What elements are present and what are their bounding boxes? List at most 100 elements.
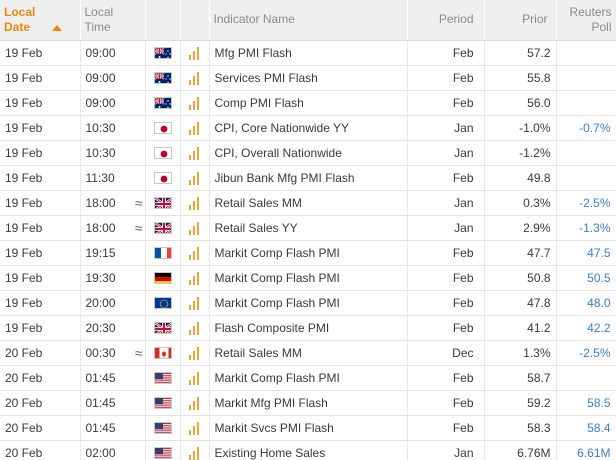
cell-time: 09:00 — [80, 65, 146, 91]
cell-reuters-poll: 47.5 — [556, 240, 616, 266]
cell-indicator-name[interactable]: Markit Comp Flash PMI — [209, 240, 408, 266]
cell-reuters-poll: 58.4 — [556, 415, 616, 441]
cell-period: Feb — [407, 165, 485, 191]
table-row[interactable]: 19 Feb 09:00 Comp PMI Flash Feb 56.0 — [0, 90, 616, 116]
cell-indicator-name[interactable]: Markit Svcs PMI Flash — [209, 415, 408, 441]
cell-time-value: 20:00 — [85, 295, 116, 310]
cell-reuters-poll — [556, 90, 616, 116]
cell-time: 18:00 ≈ — [80, 190, 146, 216]
us-flag-icon — [153, 422, 172, 435]
cell-importance — [180, 40, 210, 66]
table-row[interactable]: 19 Feb 10:30 CPI, Core Nationwide YY Jan -1.… — [0, 115, 616, 141]
importance-bars-icon — [188, 346, 201, 360]
table-row[interactable]: 19 Feb 18:00 ≈ Retail Sales YY Jan 2.9% -1.3% — [0, 215, 616, 241]
cell-importance — [180, 190, 210, 216]
table-row[interactable]: 20 Feb 01:45 Markit Svcs PMI Flash Feb 58.3 5… — [0, 415, 616, 441]
table-row[interactable]: 20 Feb 01:45 Markit Comp Flash PMI Feb 58.7 — [0, 365, 616, 391]
table-row[interactable]: 19 Feb 19:30 Markit Comp Flash PMI Feb 50.8 5… — [0, 265, 616, 291]
cell-period: Jan — [407, 140, 485, 166]
table-row[interactable]: 20 Feb 00:30 ≈ Retail Sales MM Dec 1.3% -2.5% — [0, 340, 616, 366]
importance-bars-icon — [188, 421, 201, 435]
cell-indicator-name[interactable]: Jibun Bank Mfg PMI Flash — [209, 165, 408, 191]
cell-prior: 0.3% — [484, 190, 557, 216]
cell-prior: 2.9% — [484, 215, 557, 241]
col-header-reuters-poll[interactable]: Reuters Poll — [556, 0, 616, 41]
table-row[interactable]: 19 Feb 20:00 Markit Comp Flash PMI Feb 47.8 4… — [0, 290, 616, 316]
cell-date: 20 Feb — [0, 415, 81, 441]
table-row[interactable]: 19 Feb 09:00 Services PMI Flash Feb 55.8 — [0, 65, 616, 91]
cell-prior: 56.0 — [484, 90, 557, 116]
table-row[interactable]: 19 Feb 11:30 Jibun Bank Mfg PMI Flash Feb 49… — [0, 165, 616, 191]
importance-bars-icon — [188, 71, 201, 85]
col-header-local-time[interactable]: Local Time — [80, 0, 146, 41]
cell-indicator-name[interactable]: Markit Comp Flash PMI — [209, 265, 408, 291]
cell-importance — [180, 115, 210, 141]
cell-prior: -1.0% — [484, 115, 557, 141]
table-row[interactable]: 19 Feb 09:00 Mfg PMI Flash Feb 57.2 — [0, 40, 616, 66]
us-flag-icon — [153, 447, 172, 460]
cell-time-value: 11:30 — [85, 170, 115, 185]
cell-indicator-name[interactable]: Retail Sales MM — [209, 190, 408, 216]
cell-flag — [145, 215, 181, 241]
cell-indicator-name[interactable]: Existing Home Sales — [209, 440, 408, 460]
cell-indicator-name[interactable]: Markit Mfg PMI Flash — [209, 390, 408, 416]
cell-importance — [180, 390, 210, 416]
cell-time: 01:45 — [80, 415, 146, 441]
cell-reuters-poll: 42.2 — [556, 315, 616, 341]
importance-bars-icon — [188, 321, 201, 335]
cell-date: 19 Feb — [0, 240, 81, 266]
cell-indicator-name[interactable]: Retail Sales MM — [209, 340, 408, 366]
cell-reuters-poll: -0.7% — [556, 115, 616, 141]
cell-time: 01:45 — [80, 390, 146, 416]
cell-date: 20 Feb — [0, 365, 81, 391]
importance-bars-icon — [188, 396, 201, 410]
cell-prior: -1.2% — [484, 140, 557, 166]
cell-period: Feb — [407, 265, 485, 291]
cell-time: 20:30 — [80, 315, 146, 341]
cell-importance — [180, 365, 210, 391]
cell-indicator-name[interactable]: Flash Composite PMI — [209, 315, 408, 341]
col-header-period[interactable]: Period — [407, 0, 485, 41]
cell-importance — [180, 265, 210, 291]
col-header-prior-label: Prior — [522, 12, 548, 27]
table-row[interactable]: 19 Feb 19:15 Markit Comp Flash PMI Feb 47.7 4… — [0, 240, 616, 266]
cell-time: 11:30 — [80, 165, 146, 191]
cell-indicator-name[interactable]: Services PMI Flash — [209, 65, 408, 91]
cell-flag — [145, 315, 181, 341]
cell-importance — [180, 140, 210, 166]
table-row[interactable]: 19 Feb 20:30 Flash Composite PMI Feb 41.2 42.… — [0, 315, 616, 341]
cell-time-value: 19:30 — [85, 270, 116, 285]
cell-flag — [145, 440, 181, 460]
cell-prior: 58.7 — [484, 365, 557, 391]
table-row[interactable]: 19 Feb 18:00 ≈ Retail Sales MM Jan 0.3% -2.5% — [0, 190, 616, 216]
cell-time-value: 10:30 — [85, 145, 116, 160]
cell-date: 20 Feb — [0, 390, 81, 416]
cell-importance — [180, 90, 210, 116]
col-header-flag — [145, 0, 181, 41]
cell-date: 19 Feb — [0, 40, 81, 66]
table-row[interactable]: 20 Feb 02:00 Existing Home Sales Jan 6.76M 6.… — [0, 440, 616, 460]
cell-indicator-name[interactable]: Markit Comp Flash PMI — [209, 365, 408, 391]
cell-period: Feb — [407, 90, 485, 116]
cell-time-value: 10:30 — [85, 120, 116, 135]
importance-bars-icon — [188, 246, 201, 260]
col-header-indicator-name[interactable]: Indicator Name — [209, 0, 408, 41]
table-row[interactable]: 19 Feb 10:30 CPI, Overall Nationwide Jan -1.… — [0, 140, 616, 166]
cell-prior: 59.2 — [484, 390, 557, 416]
cell-importance — [180, 165, 210, 191]
table-row[interactable]: 20 Feb 01:45 Markit Mfg PMI Flash Feb 59.2 58… — [0, 390, 616, 416]
cell-time-value: 18:00 — [85, 195, 116, 210]
col-header-prior[interactable]: Prior — [484, 0, 557, 41]
fr-flag-icon — [153, 247, 172, 260]
cell-prior: 55.8 — [484, 65, 557, 91]
cell-time-value: 02:00 — [85, 445, 116, 460]
cell-indicator-name[interactable]: Markit Comp Flash PMI — [209, 290, 408, 316]
cell-indicator-name[interactable]: Mfg PMI Flash — [209, 40, 408, 66]
cell-indicator-name[interactable]: Retail Sales YY — [209, 215, 408, 241]
cell-indicator-name[interactable]: Comp PMI Flash — [209, 90, 408, 116]
cell-indicator-name[interactable]: CPI, Overall Nationwide — [209, 140, 408, 166]
cell-reuters-poll: -2.5% — [556, 340, 616, 366]
col-header-local-date[interactable]: Local Date — [0, 0, 81, 41]
cell-importance — [180, 240, 210, 266]
cell-indicator-name[interactable]: CPI, Core Nationwide YY — [209, 115, 408, 141]
